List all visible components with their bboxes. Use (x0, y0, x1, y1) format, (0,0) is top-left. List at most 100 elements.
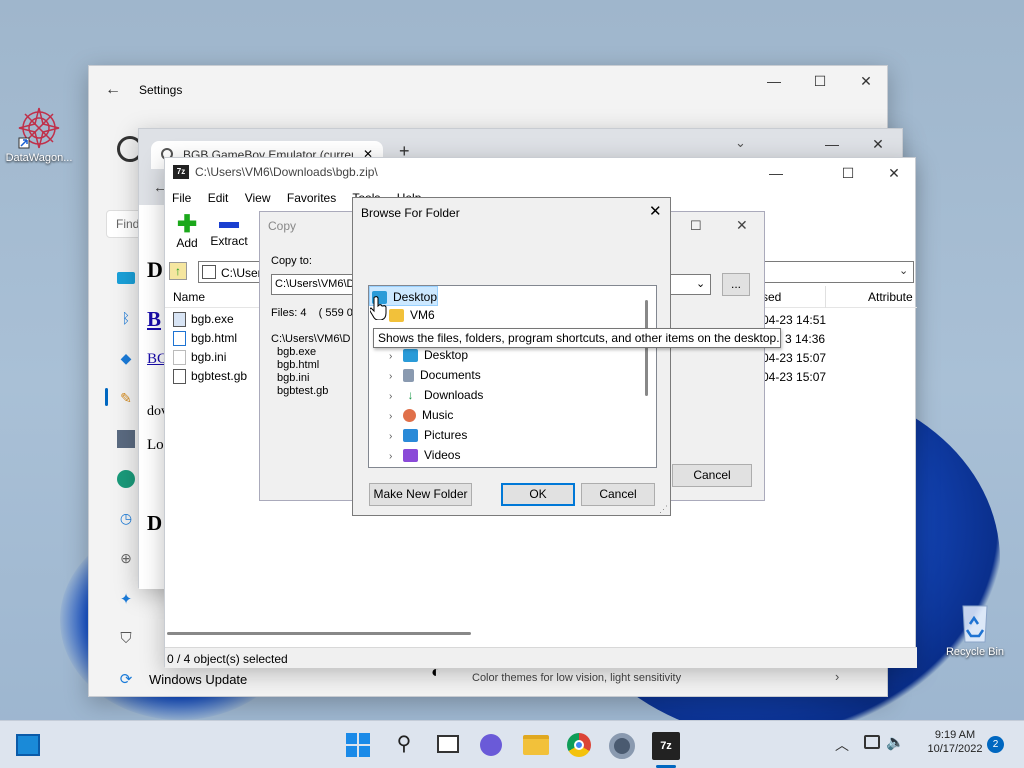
ini-icon (173, 350, 186, 366)
chevron-down-icon[interactable]: ⌄ (899, 264, 908, 277)
ok-button[interactable]: OK (501, 483, 575, 506)
chevron-right-icon[interactable]: › (389, 367, 401, 387)
tree-item-videos[interactable]: › Videos (389, 445, 460, 465)
7zip-icon: 7z (173, 165, 189, 179)
minimize-button[interactable]: — (753, 158, 799, 188)
network-icon[interactable] (864, 735, 880, 749)
tab-search-icon[interactable]: ⌄ (735, 135, 746, 151)
column-name[interactable]: Name (173, 290, 205, 304)
7zip-taskbar-icon[interactable]: 7z (652, 732, 680, 760)
teams-icon[interactable] (480, 734, 502, 756)
clock[interactable]: 9:19 AM 10/17/2022 (920, 729, 990, 755)
desktop-icon-recycle-bin[interactable]: Recycle Bin (937, 600, 1013, 658)
menu-favorites[interactable]: Favorites (287, 191, 336, 205)
menu-file[interactable]: File (172, 191, 191, 205)
chevron-right-icon[interactable]: › (389, 427, 401, 447)
clock-date: 10/17/2022 (927, 743, 983, 755)
minimize-button[interactable]: — (809, 129, 855, 159)
file-row[interactable]: bgb.ini (173, 348, 226, 367)
tree-item-pictures[interactable]: › Pictures (389, 425, 467, 445)
system-icon[interactable] (117, 272, 135, 284)
accounts-icon[interactable] (117, 470, 135, 488)
tree-item-documents[interactable]: › Documents (389, 365, 481, 385)
selected-indicator (105, 388, 108, 406)
privacy-icon[interactable]: ⛉ (117, 630, 135, 648)
tree-item-desktop-sub[interactable]: › Desktop (389, 345, 468, 365)
horizontal-scrollbar[interactable] (167, 632, 471, 635)
files-info: Files: 4 ( 559 07 (271, 307, 360, 319)
start-icon[interactable] (346, 733, 370, 757)
copy-to-label: Copy to: (271, 255, 312, 267)
gaming-icon[interactable]: ⊕ (117, 550, 135, 568)
tree-item-vm6[interactable]: VM6 (387, 305, 435, 325)
extract-button[interactable]: Extract (209, 214, 249, 248)
list-item: bgb.html (277, 359, 320, 371)
chrome-icon[interactable] (567, 733, 591, 757)
make-new-folder-button[interactable]: Make New Folder (369, 483, 472, 506)
close-button[interactable]: ✕ (736, 217, 748, 234)
minus-icon (219, 222, 239, 228)
desktop-icon-datawagon[interactable]: DataWagon... (1, 106, 77, 164)
notification-badge[interactable]: 2 (987, 736, 1004, 753)
up-folder-icon[interactable]: ↑ (169, 262, 187, 280)
search-icon[interactable]: ⚲ (391, 731, 417, 757)
column-attributes[interactable]: Attribute (868, 290, 913, 304)
apps-icon[interactable] (117, 430, 135, 448)
windows-update-link[interactable]: Windows Update (149, 672, 247, 687)
column-divider (825, 286, 826, 308)
windows-update-icon[interactable]: ⟳ (117, 670, 135, 688)
folder-tree[interactable]: Desktop VM6 › Desktop › Documents › ↓ Downlo… (368, 285, 657, 468)
close-button[interactable]: ✕ (843, 66, 889, 96)
accessibility-icon[interactable]: ✦ (117, 590, 135, 608)
file-row[interactable]: bgbtest.gb (173, 367, 247, 386)
chevron-right-icon[interactable]: › (389, 347, 401, 367)
tree-item-downloads[interactable]: › ↓ Downloads (389, 385, 483, 405)
cancel-button[interactable]: Cancel (581, 483, 655, 506)
page-link[interactable]: B (147, 307, 161, 332)
hand-cursor-icon (369, 296, 388, 323)
file-row[interactable]: bgb.html (173, 329, 237, 348)
close-button[interactable]: ✕ (855, 129, 901, 159)
file-name: bgb.exe (191, 312, 234, 326)
browse-button[interactable]: ... (722, 273, 750, 296)
back-arrow-icon[interactable]: ← (105, 81, 121, 99)
chevron-right-icon[interactable]: › (389, 447, 401, 467)
maximize-button[interactable]: ☐ (690, 218, 702, 234)
chevron-right-icon[interactable]: › (389, 407, 401, 427)
network-icon[interactable]: ◆ (117, 350, 135, 368)
widgets-icon[interactable] (16, 734, 40, 756)
vertical-scrollbar[interactable] (645, 300, 648, 396)
time-language-icon[interactable]: ◷ (117, 510, 135, 528)
settings-icon[interactable] (609, 733, 635, 759)
minimize-button[interactable]: — (751, 66, 797, 96)
tree-item-music[interactable]: › Music (389, 405, 453, 425)
chevron-up-icon[interactable]: ︿ (835, 735, 849, 755)
chevron-right-icon[interactable]: › (835, 669, 839, 684)
file-date: 3 14:36 (785, 332, 826, 346)
documents-icon (403, 369, 414, 383)
close-button[interactable]: ✕ (649, 202, 662, 220)
chevron-down-icon[interactable]: ⌄ (696, 277, 705, 290)
dialog-title: Browse For Folder (361, 206, 460, 220)
file-explorer-icon[interactable] (523, 735, 549, 755)
close-button[interactable]: ✕ (871, 158, 917, 188)
page-text: Lo (147, 437, 164, 453)
menu-view[interactable]: View (245, 191, 271, 205)
file-row[interactable]: bgb.exe (173, 310, 234, 329)
heading-letter: D (147, 257, 163, 282)
resize-grip[interactable]: ⋰ (659, 504, 668, 515)
chevron-right-icon[interactable]: › (389, 387, 401, 407)
volume-icon[interactable]: 🔈 (886, 733, 905, 751)
add-button[interactable]: ✚ Add (173, 213, 201, 251)
bluetooth-icon[interactable]: ᛒ (117, 310, 135, 328)
tree-item-label: Downloads (424, 388, 484, 402)
maximize-button[interactable]: ☐ (797, 66, 843, 96)
file-icon (173, 369, 186, 385)
list-item: bgbtest.gb (277, 385, 329, 397)
menu-edit[interactable]: Edit (208, 191, 229, 205)
cancel-button[interactable]: Cancel (672, 464, 752, 487)
personalization-icon[interactable]: ✎ (117, 390, 135, 408)
task-view-icon[interactable] (437, 735, 459, 753)
dialog-title: Copy (268, 219, 297, 233)
maximize-button[interactable]: ☐ (825, 158, 871, 188)
